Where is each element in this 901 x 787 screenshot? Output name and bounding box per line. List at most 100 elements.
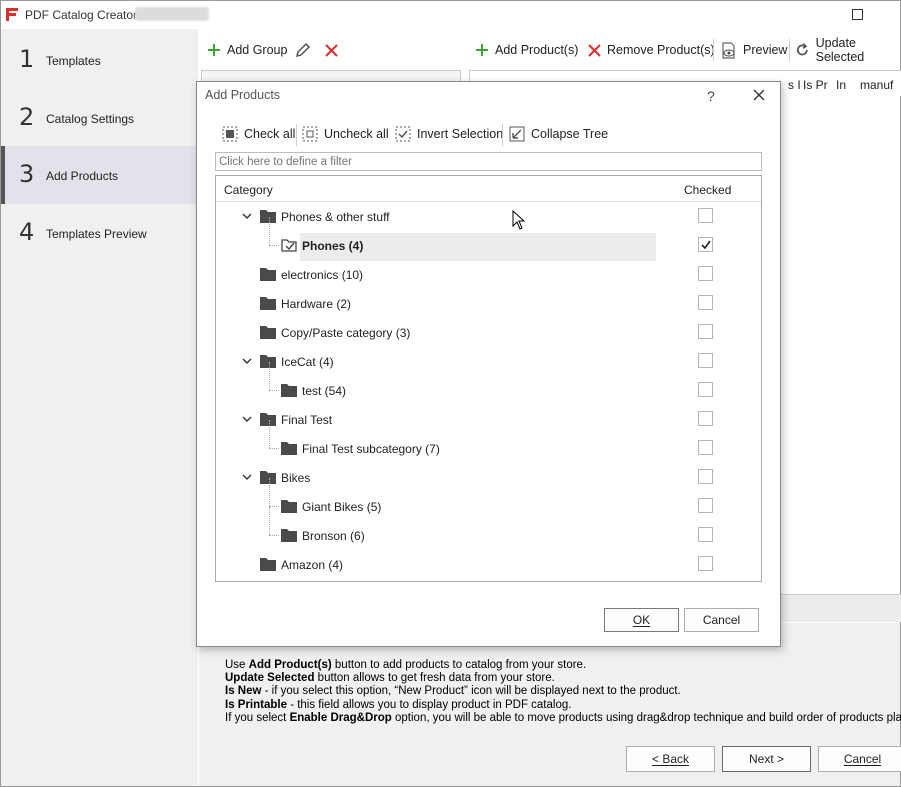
row-checkbox[interactable] <box>698 237 713 252</box>
help-text-bold: Add Product(s) <box>248 659 332 671</box>
step-label: Templates <box>46 54 101 68</box>
step-number: 3 <box>19 160 35 188</box>
uncheck-all-label: Uncheck all <box>324 127 389 141</box>
grid-footer <box>781 594 901 622</box>
chevron-down-icon[interactable] <box>242 472 252 482</box>
ok-button[interactable]: OK <box>604 608 679 632</box>
wizard-cancel-label: Cancel <box>843 752 882 766</box>
category-label: electronics (10) <box>281 268 364 282</box>
uncheck-all-button[interactable]: Uncheck all <box>302 122 389 146</box>
checked-column-header[interactable]: Checked <box>684 183 731 197</box>
tree-row[interactable]: test (54) <box>216 362 761 405</box>
add-products-label: Add Product(s) <box>495 43 579 57</box>
add-products-button[interactable]: Add Product(s) <box>475 35 578 65</box>
grid-column-header[interactable]: s I <box>788 78 801 92</box>
tree-header: Category Checked <box>216 176 761 202</box>
collapse-tree-button[interactable]: Collapse Tree <box>509 122 608 146</box>
category-label: Hardware (2) <box>281 297 352 311</box>
invert-selection-button[interactable]: Invert Selection <box>395 122 503 146</box>
tree-row[interactable]: electronics (10) <box>216 260 761 289</box>
check-all-icon <box>222 126 238 142</box>
row-checkbox[interactable] <box>698 469 713 484</box>
tree-row[interactable]: Phones & other stuff <box>216 202 761 231</box>
row-checkbox[interactable] <box>698 556 713 571</box>
plus-icon <box>476 44 488 56</box>
grid-column-header[interactable]: manuf <box>860 78 893 92</box>
preview-label: Preview <box>743 43 788 57</box>
update-selected-label: Update Selected <box>815 36 865 64</box>
tree-row[interactable]: IceCat (4) <box>216 347 761 376</box>
folder-icon <box>260 355 276 368</box>
category-column-header[interactable]: Category <box>224 183 273 197</box>
tree-row[interactable]: Bikes <box>216 463 761 492</box>
tree-row[interactable]: Copy/Paste category (3) <box>216 318 761 347</box>
tree-guide-line <box>269 535 279 536</box>
sidebar-item-add-products[interactable]: 3 Add Products <box>1 146 198 204</box>
row-checkbox[interactable] <box>698 527 713 542</box>
row-checkbox[interactable] <box>698 498 713 513</box>
help-button[interactable]: ? <box>707 88 715 104</box>
grid-column-header[interactable]: Is Pr <box>803 78 828 92</box>
chevron-down-icon[interactable] <box>242 414 252 424</box>
tree-row[interactable]: Amazon (4) <box>216 550 761 579</box>
sidebar-item-templates-preview[interactable]: 4 Templates Preview <box>1 204 198 262</box>
help-text-bold: Is New <box>225 685 262 698</box>
row-checkbox[interactable] <box>698 295 713 310</box>
next-button[interactable]: Next > <box>722 746 811 772</box>
help-text: Use Add Product(s) button to add product… <box>225 659 901 725</box>
add-products-dialog: Add Products ? Check all Uncheck all Inv… <box>196 81 781 647</box>
grid-column-header[interactable]: In <box>836 78 846 92</box>
filter-input[interactable] <box>215 152 762 171</box>
tree-row[interactable]: Hardware (2) <box>216 289 761 318</box>
folder-icon <box>260 297 276 310</box>
chevron-down-icon[interactable] <box>242 211 252 221</box>
close-icon[interactable] <box>752 88 766 102</box>
tree-guide-line <box>269 390 279 391</box>
preview-button[interactable]: Preview <box>720 35 787 65</box>
tree-row[interactable]: Bronson (6) <box>216 507 761 550</box>
add-group-button[interactable]: Add Group <box>207 35 287 65</box>
maximize-button[interactable] <box>852 9 863 20</box>
help-text-bold: Is Printable <box>225 698 287 711</box>
update-selected-button[interactable]: Update Selected <box>795 35 900 65</box>
help-text-bold: Update Selected <box>225 672 315 685</box>
tree-row[interactable]: Final Test <box>216 405 761 434</box>
chevron-down-icon[interactable] <box>242 356 252 366</box>
row-checkbox[interactable] <box>698 440 713 455</box>
tree-row[interactable]: Giant Bikes (5) <box>216 478 761 521</box>
back-button[interactable]: < Back <box>626 746 715 772</box>
dialog-cancel-button[interactable]: Cancel <box>684 608 759 632</box>
folder-icon <box>281 500 297 513</box>
help-text-part: button allows to get fresh data from you… <box>314 672 555 685</box>
row-checkbox[interactable] <box>698 324 713 339</box>
folder-icon <box>281 442 297 455</box>
dialog-title: Add Products <box>205 88 281 102</box>
sidebar-item-templates[interactable]: 1 Templates <box>1 31 198 89</box>
toolbar-divider <box>296 124 297 146</box>
tree-row[interactable]: Final Test subcategory (7) <box>216 420 761 463</box>
row-checkbox[interactable] <box>698 266 713 281</box>
folder-icon <box>260 268 276 281</box>
category-label: Giant Bikes (5) <box>302 500 382 514</box>
main-toolbar: Add Group Add Product(s) Remove Product(… <box>199 35 900 67</box>
tree-guide-line <box>269 507 270 535</box>
ok-label: OK <box>632 613 651 627</box>
app-logo-icon <box>6 8 18 21</box>
sidebar-item-catalog-settings[interactable]: 2 Catalog Settings <box>1 89 198 147</box>
row-checkbox[interactable] <box>698 208 713 223</box>
category-label: Copy/Paste category (3) <box>281 326 411 340</box>
tree-row[interactable]: Phones (4) <box>216 217 761 261</box>
wizard-cancel-button[interactable]: Cancel <box>818 746 901 772</box>
delete-group-button[interactable] <box>325 35 344 65</box>
row-checkbox[interactable] <box>698 382 713 397</box>
row-checkbox[interactable] <box>698 353 713 368</box>
cancel-label: Cancel <box>702 613 741 627</box>
collapse-tree-label: Collapse Tree <box>531 127 609 141</box>
row-checkbox[interactable] <box>698 411 713 426</box>
check-all-button[interactable]: Check all <box>222 122 295 146</box>
tree-guide-line <box>269 245 279 246</box>
category-tree: Category Checked Phones & other stuff Pho… <box>215 175 762 582</box>
check-all-label: Check all <box>244 127 296 141</box>
remove-products-button[interactable]: Remove Product(s) <box>588 35 715 65</box>
edit-group-button[interactable] <box>295 35 317 65</box>
